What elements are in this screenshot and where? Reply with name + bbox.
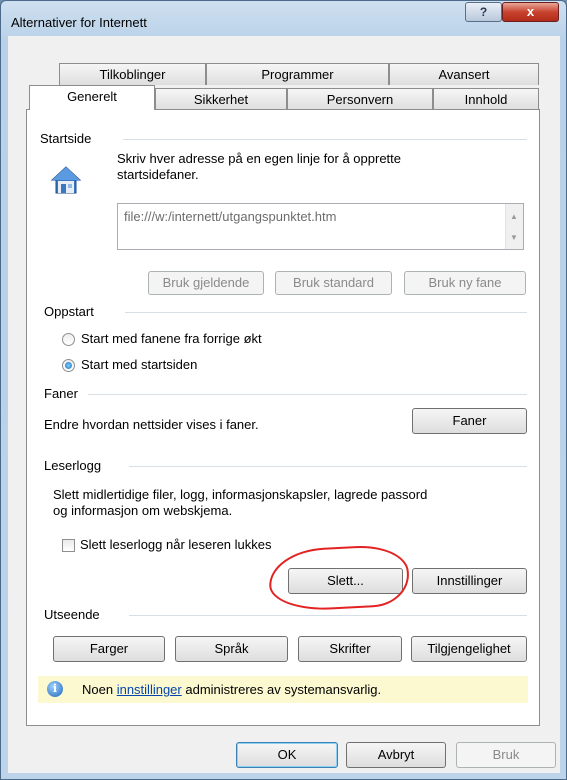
managed-settings-link[interactable]: innstillinger (117, 682, 182, 697)
close-icon: x (526, 4, 535, 19)
group-faner-label: Faner (44, 386, 78, 401)
group-startside-label: Startside (40, 131, 92, 146)
radio-start-homepage[interactable] (62, 359, 75, 372)
help-icon: ? (479, 5, 488, 19)
group-divider (129, 466, 527, 467)
history-settings-button[interactable]: Innstillinger (412, 568, 527, 594)
group-utseende-label: Utseende (44, 607, 100, 622)
group-leserlogg-label: Leserlogg (44, 458, 102, 473)
home-page-textarea[interactable]: file:///w:/internett/utgangspunktet.htm … (117, 203, 524, 250)
cancel-button[interactable]: Avbryt (346, 742, 446, 768)
use-new-tab-button[interactable]: Bruk ny fane (404, 271, 526, 295)
tab-programmer[interactable]: Programmer (206, 63, 389, 85)
radio-start-homepage-label: Start med startsiden (81, 357, 198, 372)
tabs-settings-button[interactable]: Faner (412, 408, 527, 434)
infobar-text-post: administreres av systemansvarlig. (181, 682, 382, 697)
delete-on-exit-checkbox[interactable] (62, 539, 75, 552)
radio-start-previous[interactable] (62, 333, 75, 346)
delete-on-exit-label: Slett leserlogg når leseren lukkes (80, 537, 272, 552)
apply-button[interactable]: Bruk (456, 742, 556, 768)
fonts-button[interactable]: Skrifter (298, 636, 402, 662)
tab-generelt[interactable]: Generelt (29, 85, 155, 110)
tab-label: Programmer (261, 67, 334, 82)
managed-settings-infobar: i Noen innstillinger administreres av sy… (38, 676, 528, 703)
scroll-up-icon[interactable]: ▲ (510, 212, 518, 221)
ok-button[interactable]: OK (236, 742, 338, 768)
home-page-url: file:///w:/internett/utgangspunktet.htm (124, 209, 337, 224)
group-divider (129, 615, 527, 616)
use-default-button[interactable]: Bruk standard (275, 271, 392, 295)
tab-label: Innhold (464, 92, 508, 107)
group-oppstart-label: Oppstart (44, 304, 94, 319)
info-icon: i (47, 681, 63, 697)
tab-label: Tilkoblinger (99, 67, 166, 82)
textarea-scrollbar[interactable]: ▲ ▼ (505, 204, 523, 249)
tab-label: Personvern (326, 92, 394, 107)
title-bar[interactable]: Alternativer for Internett ? x (1, 1, 566, 35)
infobar-text-pre: Noen (82, 682, 117, 697)
tab-avansert[interactable]: Avansert (389, 63, 539, 85)
startside-instruction: Skriv hver adresse på en egen linje for … (117, 151, 402, 182)
leserlogg-description-line2: og informasjon om webskjema. (53, 503, 233, 518)
group-divider (125, 312, 527, 313)
accessibility-button[interactable]: Tilgjengelighet (411, 636, 527, 662)
close-button[interactable]: x (502, 2, 559, 22)
scroll-down-icon[interactable]: ▼ (510, 233, 518, 242)
tab-label: Sikkerhet (193, 92, 249, 107)
window-title: Alternativer for Internett (11, 15, 147, 30)
tab-label: Avansert (438, 67, 490, 82)
tab-personvern[interactable]: Personvern (287, 88, 433, 110)
colors-button[interactable]: Farger (53, 636, 165, 662)
help-button[interactable]: ? (465, 2, 502, 22)
internet-options-dialog: Alternativer for Internett ? x Tilkoblin… (0, 0, 567, 780)
delete-history-button[interactable]: Slett... (288, 568, 403, 594)
infobar-text: Noen innstillinger administreres av syst… (82, 682, 381, 697)
languages-button[interactable]: Språk (175, 636, 288, 662)
tab-tilkoblinger[interactable]: Tilkoblinger (59, 63, 206, 85)
tab-label: Generelt (67, 89, 117, 104)
radio-start-previous-label: Start med fanene fra forrige økt (81, 331, 262, 346)
leserlogg-description-line1: Slett midlertidige filer, logg, informas… (53, 487, 428, 502)
home-icon (50, 166, 82, 194)
tab-innhold[interactable]: Innhold (433, 88, 539, 110)
tab-sikkerhet[interactable]: Sikkerhet (155, 88, 287, 110)
faner-description: Endre hvordan nettsider vises i faner. (44, 417, 259, 432)
use-current-button[interactable]: Bruk gjeldende (148, 271, 264, 295)
group-divider (88, 394, 527, 395)
group-divider (123, 139, 527, 140)
